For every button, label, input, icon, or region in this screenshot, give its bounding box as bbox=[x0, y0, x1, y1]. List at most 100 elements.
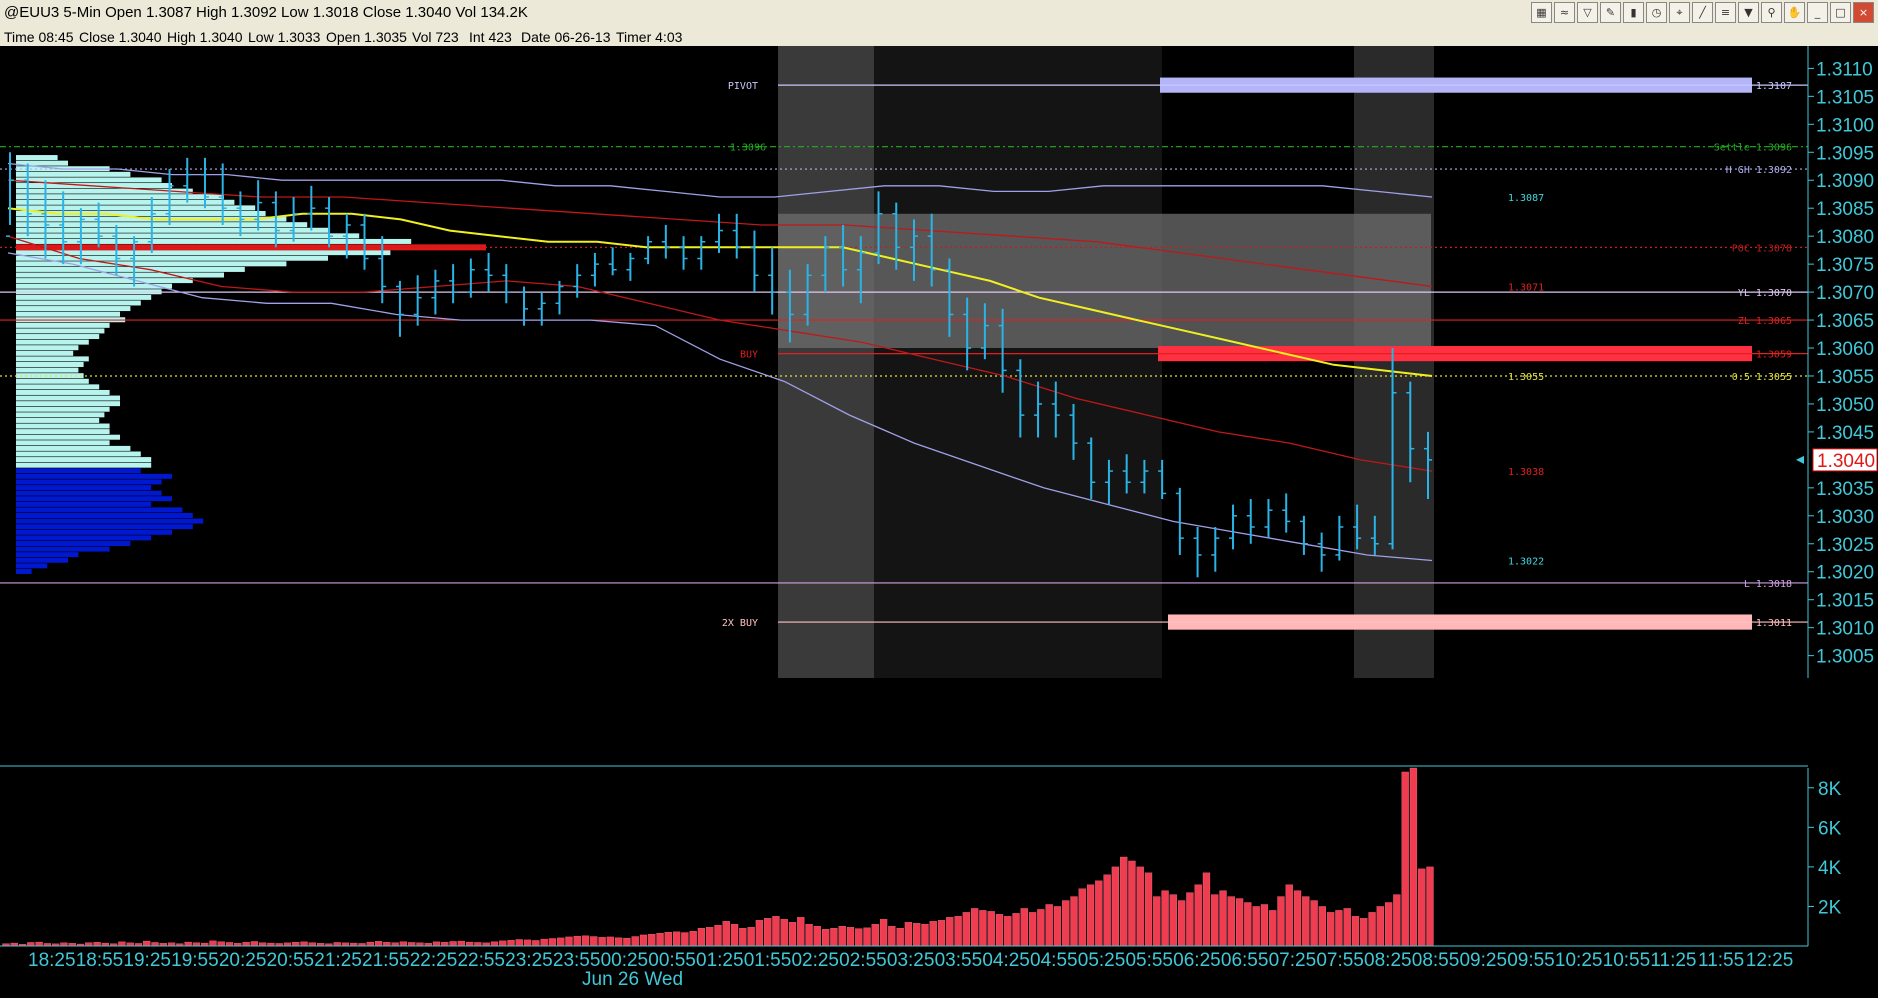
volume-bar bbox=[1252, 906, 1260, 947]
price-chart[interactable]: PIVOT 1.3107 1.3096 Settle 1.3096 H GH 1.309… bbox=[0, 46, 1878, 998]
cursor-icon[interactable]: ⌖ bbox=[1669, 2, 1690, 23]
fib-icon[interactable]: ≡ bbox=[1715, 2, 1736, 23]
volume-bar bbox=[499, 940, 507, 947]
volume-bar bbox=[888, 926, 896, 947]
volume-bar bbox=[1169, 894, 1177, 947]
time-tick-label: 22:55 bbox=[457, 950, 505, 971]
clock-icon[interactable]: ◷ bbox=[1646, 2, 1667, 23]
volume-bar bbox=[1136, 866, 1144, 947]
profile-row bbox=[16, 199, 235, 205]
volume-bar bbox=[217, 941, 225, 947]
profile-row bbox=[16, 350, 74, 356]
volume-bar bbox=[408, 942, 416, 947]
volume-bar bbox=[697, 928, 706, 947]
close-icon[interactable]: × bbox=[1853, 2, 1874, 23]
level-right-label: 1.3059 bbox=[1756, 350, 1792, 361]
time-axis: 18:25 18:55 19:25 19:55 20:25 20:55 21:25 21:55… bbox=[0, 945, 1808, 990]
volume-bar bbox=[954, 916, 962, 947]
search-icon[interactable]: ⚲ bbox=[1761, 2, 1782, 23]
volume-bar bbox=[391, 942, 399, 947]
info-vol: Vol 723 bbox=[412, 29, 459, 45]
volume-bar bbox=[764, 918, 772, 947]
profile-row bbox=[16, 507, 183, 513]
volume-bar bbox=[383, 942, 391, 947]
time-tick-label: 12:25 bbox=[1746, 950, 1794, 971]
value-markers: 1.3087 1.3071 1.3055 1.3038 1.3022 bbox=[1508, 193, 1544, 568]
volume-bar bbox=[1095, 880, 1103, 947]
profile-row bbox=[16, 300, 141, 306]
filter-icon[interactable]: ▽ bbox=[1577, 2, 1598, 23]
profile-row bbox=[16, 557, 68, 563]
pencil-icon[interactable]: ✎ bbox=[1600, 2, 1621, 23]
volume-bar bbox=[151, 942, 159, 947]
volume-bar bbox=[93, 942, 101, 947]
info-high: High 1.3040 bbox=[167, 29, 243, 45]
volume-bar bbox=[772, 916, 780, 947]
volume-bar bbox=[441, 942, 449, 947]
profile-row bbox=[16, 406, 110, 412]
time-tick-label: 23:25 bbox=[505, 950, 553, 971]
time-tick-label: 02:55 bbox=[839, 950, 887, 971]
volume-bar bbox=[904, 922, 913, 947]
volume-bar bbox=[1244, 902, 1252, 947]
title-bar: @EUU3 5-Min Open 1.3087 High 1.3092 Low … bbox=[0, 0, 1878, 28]
draw-icon[interactable]: ╱ bbox=[1692, 2, 1713, 23]
trash-icon[interactable]: ▼ bbox=[1738, 2, 1759, 23]
volume-bar bbox=[755, 920, 764, 947]
volume-bar bbox=[466, 941, 474, 947]
chart-icon[interactable]: ▦ bbox=[1531, 2, 1552, 23]
volume-bar bbox=[449, 941, 457, 947]
volume-tick-label: 6K bbox=[1818, 818, 1842, 839]
volume-bar bbox=[507, 940, 515, 947]
volume-bar bbox=[1285, 884, 1293, 947]
volume-bar bbox=[722, 921, 730, 947]
level-right-label: 0.5 1.3055 bbox=[1732, 372, 1792, 383]
profile-row bbox=[16, 429, 110, 435]
volume-bar bbox=[1401, 771, 1409, 947]
volume-bar bbox=[1037, 909, 1045, 947]
volume-bar bbox=[714, 925, 722, 947]
volume-bar bbox=[1070, 896, 1078, 947]
price-tick-label: 1.3105 bbox=[1816, 87, 1874, 108]
volume-bar bbox=[1343, 908, 1351, 947]
volume-bar bbox=[846, 927, 855, 947]
profile-row bbox=[16, 378, 89, 384]
bars-icon[interactable]: ▮ bbox=[1623, 2, 1644, 23]
profile-row bbox=[16, 261, 287, 267]
profile-row bbox=[16, 322, 110, 328]
hand-icon[interactable]: ✋ bbox=[1784, 2, 1805, 23]
minimize-icon[interactable]: _ bbox=[1807, 2, 1828, 23]
time-tick-label: 00:55 bbox=[648, 950, 696, 971]
price-tick-label: 1.3020 bbox=[1816, 563, 1874, 584]
volume-bar bbox=[573, 935, 581, 947]
profile-row bbox=[16, 389, 110, 395]
profile-row bbox=[16, 451, 141, 457]
volume-bar bbox=[1368, 912, 1376, 947]
volume-bar bbox=[457, 940, 465, 947]
time-tick-label: 10:55 bbox=[1603, 950, 1651, 971]
time-tick-label: 00:25 bbox=[601, 950, 649, 971]
time-tick-label: 20:55 bbox=[267, 950, 315, 971]
volume-bar bbox=[1235, 898, 1244, 947]
price-tick-label: 1.3030 bbox=[1816, 507, 1874, 528]
profile-row bbox=[16, 384, 100, 390]
maximize-icon[interactable]: □ bbox=[1830, 2, 1851, 23]
volume-bar bbox=[1045, 904, 1053, 947]
level-right-label: 1.3011 bbox=[1756, 618, 1792, 629]
level-right-label: L 1.3018 bbox=[1744, 579, 1792, 590]
time-tick-label: 10:25 bbox=[1555, 950, 1603, 971]
price-tick-label: 1.3060 bbox=[1816, 339, 1874, 360]
volume-bar bbox=[1310, 900, 1318, 947]
volume-bar bbox=[192, 942, 201, 947]
profile-row bbox=[16, 501, 152, 507]
lines-icon[interactable]: ≈ bbox=[1554, 2, 1575, 23]
profile-row bbox=[16, 479, 162, 485]
volume-bar bbox=[689, 931, 697, 947]
volume-bar bbox=[1418, 868, 1426, 947]
volume-bar bbox=[515, 939, 523, 947]
time-tick-label: 03:55 bbox=[935, 950, 983, 971]
profile-row bbox=[16, 473, 172, 479]
profile-row bbox=[16, 540, 131, 546]
price-tick-label: 1.3090 bbox=[1816, 171, 1874, 192]
volume-bar bbox=[623, 937, 631, 947]
